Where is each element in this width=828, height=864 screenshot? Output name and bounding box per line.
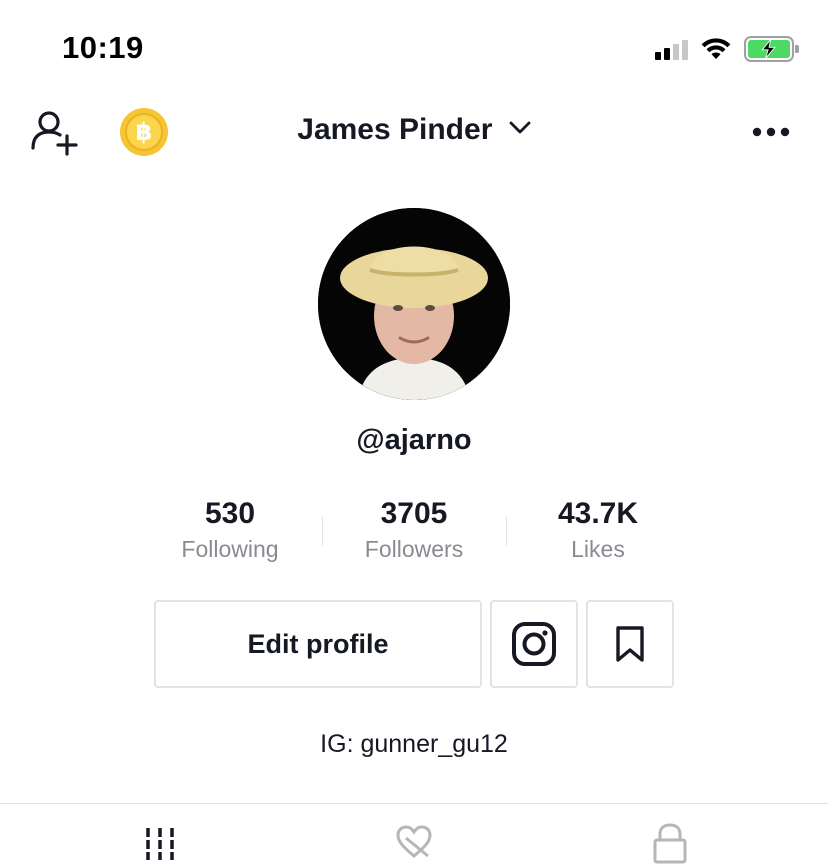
status-time: 10:19	[62, 30, 144, 65]
status-icons	[655, 36, 799, 62]
stat-divider	[322, 516, 323, 546]
stat-label: Likes	[571, 536, 625, 562]
stat-label: Following	[181, 536, 279, 562]
page-title: James Pinder	[297, 113, 493, 146]
stat-following[interactable]: 530 Following	[138, 496, 322, 563]
stat-value: 530	[204, 497, 256, 530]
liked-icon[interactable]	[394, 822, 434, 864]
videos-grid-icon[interactable]	[140, 822, 180, 864]
chevron-down-icon	[509, 121, 531, 134]
stat-value: 43.7K	[557, 497, 639, 530]
tabs-divider	[0, 803, 828, 804]
instagram-icon	[512, 622, 556, 666]
account-switcher[interactable]: James Pinder	[0, 113, 828, 147]
stat-likes[interactable]: 43.7K Likes	[506, 496, 690, 563]
stat-label: Followers	[364, 536, 464, 562]
favorites-button[interactable]	[586, 600, 674, 688]
signal-icon	[655, 38, 688, 60]
profile-stats: 530 Following 3705 Followers 43.7K Likes	[138, 496, 690, 563]
more-icon[interactable]	[752, 126, 790, 138]
private-lock-icon[interactable]	[650, 822, 690, 864]
avatar[interactable]	[318, 208, 510, 400]
username-handle: @ajarno	[356, 424, 472, 456]
instagram-button[interactable]	[490, 600, 578, 688]
bookmark-icon	[616, 626, 644, 662]
profile-bio: IG: gunner_gu12	[320, 730, 508, 758]
battery-charging-icon	[744, 36, 799, 62]
stat-followers[interactable]: 3705 Followers	[322, 496, 506, 563]
stat-value: 3705	[380, 497, 448, 530]
edit-profile-button[interactable]: Edit profile	[154, 600, 482, 688]
wifi-icon	[701, 38, 731, 59]
stat-divider	[506, 516, 507, 546]
